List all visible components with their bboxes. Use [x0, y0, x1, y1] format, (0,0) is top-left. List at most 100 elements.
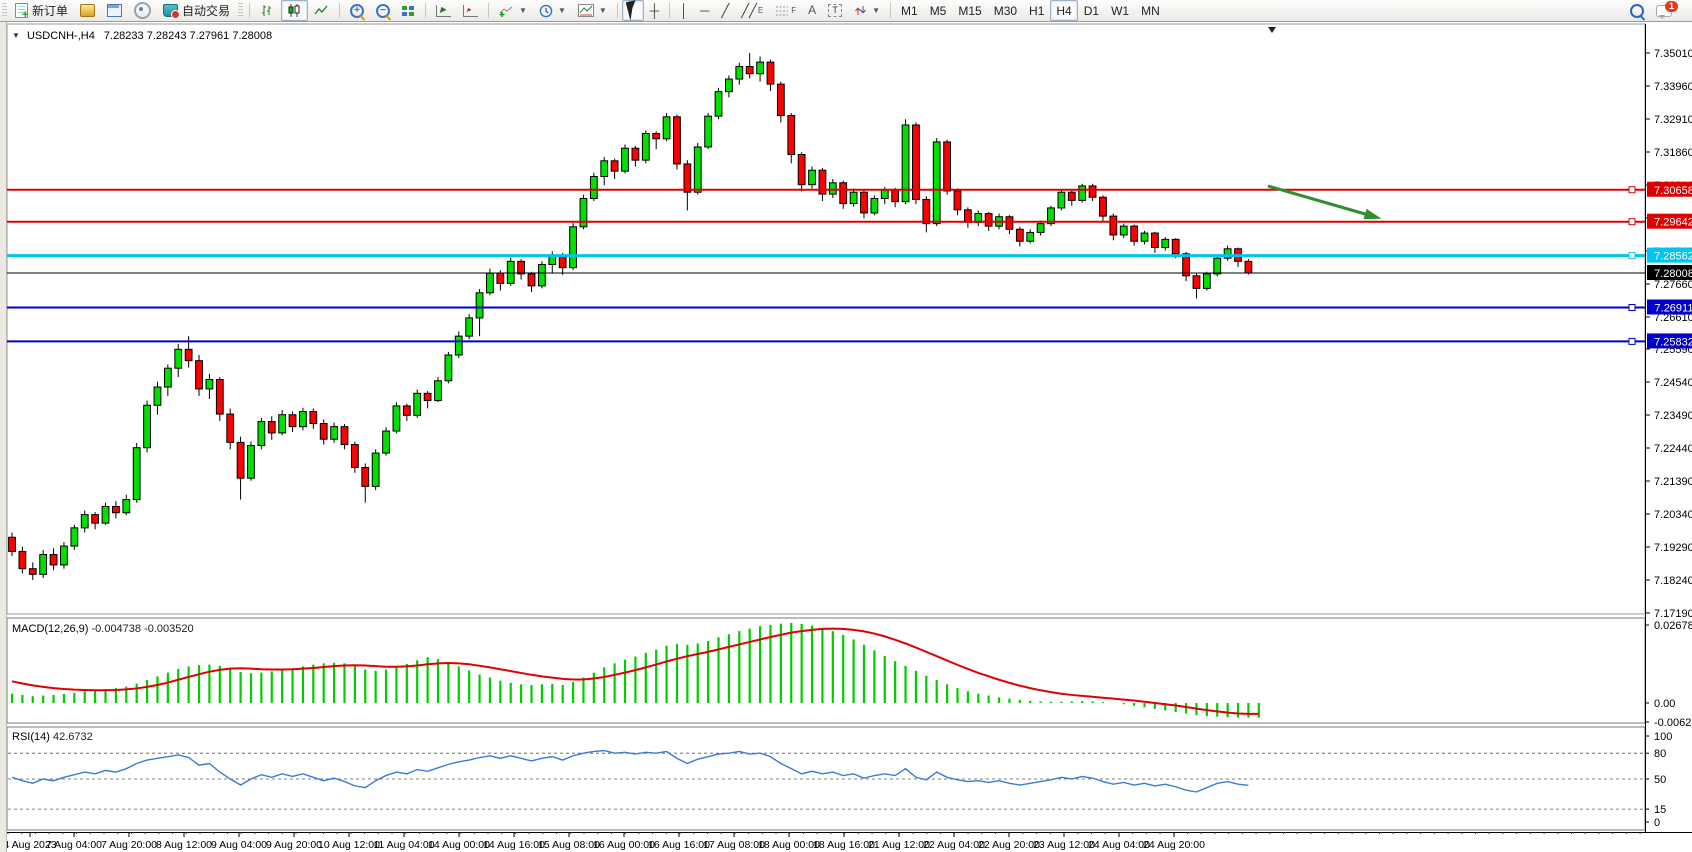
candle-body — [798, 155, 805, 185]
line-handle[interactable] — [1629, 305, 1635, 311]
fibonacci-tool[interactable]: F — [769, 0, 802, 21]
candle-body — [1162, 239, 1169, 247]
terminal-button[interactable] — [101, 0, 128, 21]
line-chart-button[interactable] — [308, 0, 335, 21]
chart-shift-button[interactable]: ▸ — [457, 0, 484, 21]
candlestick-chart-button[interactable] — [281, 0, 308, 21]
chart-ohlc-values: 7.28233 7.28243 7.27961 7.28008 — [104, 30, 272, 42]
chart-shift-icon: ▸ — [463, 5, 478, 17]
time-tick-label: 9 Aug 20:00 — [266, 839, 322, 851]
price-tick-label: 7.35010 — [1654, 48, 1692, 60]
candle-body — [861, 192, 868, 213]
text-label-tool[interactable]: T — [822, 0, 848, 21]
search-button[interactable] — [1624, 0, 1650, 21]
arrows-tool[interactable]: ▼ — [848, 0, 886, 21]
candle-body — [341, 427, 348, 445]
auto-trading-label: 自动交易 — [182, 2, 230, 19]
auto-trading-button[interactable]: 自动交易 — [157, 0, 236, 21]
candle-body — [268, 422, 275, 433]
candle-body — [1006, 217, 1013, 230]
trendline-tool[interactable]: ╱ — [715, 0, 735, 21]
market-watch-icon — [80, 4, 95, 17]
macd-indicator-label: MACD(12,26,9) -0.004738 -0.003520 — [12, 623, 194, 635]
channel-tool[interactable]: ╱╱E — [735, 0, 769, 21]
timeframe-h1[interactable]: H1 — [1023, 0, 1050, 21]
horizontal-line-icon: ─ — [700, 4, 709, 17]
new-order-button[interactable]: + 新订单 — [9, 0, 74, 21]
vertical-line-tool[interactable]: │ — [674, 0, 694, 21]
candle-body — [279, 415, 286, 433]
auto-trading-icon — [163, 4, 178, 17]
candle-body — [175, 349, 182, 368]
tile-windows-icon — [402, 5, 415, 16]
horizontal-line-tool[interactable]: ─ — [694, 0, 715, 21]
line-handle[interactable] — [1629, 219, 1635, 225]
market-watch-button[interactable] — [74, 0, 101, 21]
cursor-tool-button[interactable] — [622, 0, 644, 21]
timeframe-m15[interactable]: M15 — [952, 0, 987, 21]
text-tool[interactable]: A — [802, 0, 822, 21]
candle-body — [913, 125, 920, 199]
candle-body — [1100, 197, 1107, 216]
candle-body — [133, 448, 140, 500]
arrows-icon — [854, 4, 867, 17]
timeframe-h4[interactable]: H4 — [1050, 0, 1077, 21]
signals-button[interactable] — [128, 0, 157, 21]
price-tick-label: 7.27660 — [1654, 279, 1692, 291]
price-tick-label: 7.17190 — [1654, 608, 1692, 620]
chart-canvas[interactable]: 7.350107.339607.329107.318607.308107.297… — [0, 22, 1692, 852]
toolbar-grip[interactable] — [238, 3, 243, 18]
candle-body — [632, 148, 639, 160]
crosshair-tool-button[interactable]: ┼ — [644, 0, 665, 21]
indicators-button[interactable]: ▼ — [493, 0, 533, 21]
timeframe-m30[interactable]: M30 — [988, 0, 1023, 21]
timeframe-w1[interactable]: W1 — [1105, 0, 1135, 21]
candle-body — [1058, 192, 1065, 208]
candle-body — [736, 67, 743, 80]
candle-body — [310, 412, 317, 424]
line-handle[interactable] — [1629, 338, 1635, 344]
candle-body — [1120, 226, 1127, 235]
chart-menu-caret[interactable]: ▼ — [12, 31, 20, 40]
price-tick-label: 7.19290 — [1654, 542, 1692, 554]
crosshair-icon: ┼ — [650, 4, 659, 17]
candle-body — [611, 161, 618, 171]
candle-body — [715, 92, 722, 117]
new-order-icon: + — [15, 3, 28, 18]
price-pane[interactable] — [7, 24, 1645, 614]
timeframe-d1[interactable]: D1 — [1078, 0, 1105, 21]
candle-body — [497, 273, 504, 283]
line-handle[interactable] — [1629, 187, 1635, 193]
candle-body — [528, 274, 535, 286]
chart-window[interactable]: 7.350107.339607.329107.318607.308107.297… — [0, 22, 1692, 852]
time-tick-label: 15 Aug 08:00 — [538, 839, 600, 851]
candle-body — [507, 261, 514, 283]
candle-body — [985, 214, 992, 227]
candle-body — [102, 506, 109, 523]
macd-pane[interactable] — [7, 618, 1645, 723]
templates-button[interactable]: ▼ — [572, 0, 613, 21]
new-order-label: 新订单 — [32, 2, 68, 19]
candle-body — [227, 414, 234, 442]
notifications-button[interactable]: 1 — [1650, 0, 1678, 21]
timeframe-m5[interactable]: M5 — [924, 0, 953, 21]
periods-button[interactable]: ▼ — [533, 0, 572, 21]
terminal-icon — [107, 4, 122, 17]
bar-chart-button[interactable] — [254, 0, 281, 21]
rsi-axis-label: 15 — [1654, 804, 1666, 816]
line-handle[interactable] — [1629, 253, 1635, 259]
candle-body — [944, 142, 951, 191]
zoom-in-button[interactable]: + — [344, 0, 370, 21]
auto-scroll-button[interactable]: ▶ — [430, 0, 457, 21]
time-tick-label: 22 Aug 20:00 — [978, 839, 1040, 851]
candle-body — [1193, 276, 1200, 289]
zoom-out-button[interactable]: − — [370, 0, 396, 21]
macd-axis-label: 0.026782 — [1654, 620, 1692, 632]
price-tick-label: 7.33960 — [1654, 81, 1692, 93]
timeframe-mn[interactable]: MN — [1135, 0, 1166, 21]
toolbar-grip[interactable] — [2, 3, 7, 18]
time-tick-label: 16 Aug 00:00 — [593, 839, 655, 851]
tile-windows-button[interactable] — [396, 0, 421, 21]
timeframe-m1[interactable]: M1 — [895, 0, 924, 21]
price-tick-label: 7.18240 — [1654, 575, 1692, 587]
